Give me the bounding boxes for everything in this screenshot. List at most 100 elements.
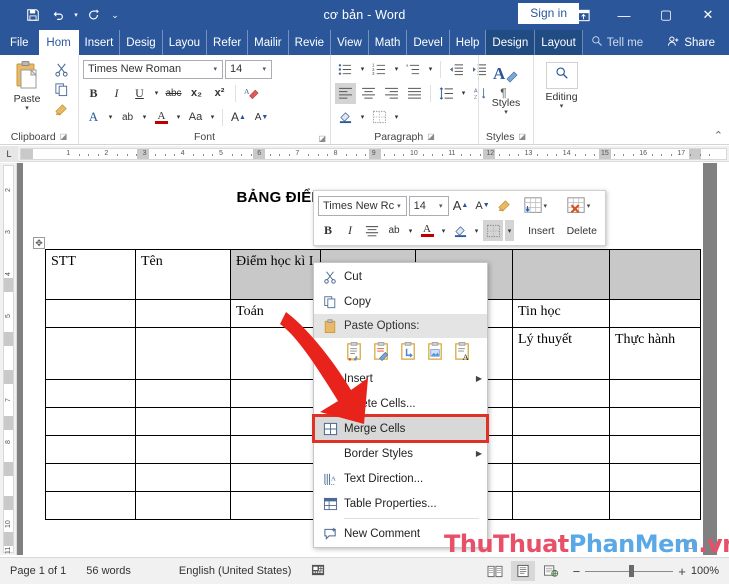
tab-table-design[interactable]: Design	[486, 30, 536, 55]
chevron-down-icon[interactable]: ▾	[259, 65, 269, 73]
mini-grow-font-icon[interactable]: A ▲	[451, 195, 471, 216]
tab-developer[interactable]: Devel	[407, 30, 450, 55]
table-cell[interactable]	[45, 379, 136, 408]
table-cell[interactable]: Tên	[135, 249, 231, 300]
numbering-icon[interactable]: 123	[369, 59, 390, 80]
mini-borders-dropdown-icon[interactable]: ▾	[505, 220, 514, 241]
context-menu-item-merge-cells[interactable]: Merge Cells	[312, 414, 489, 443]
align-center-icon[interactable]	[358, 83, 379, 104]
cut-icon[interactable]	[52, 61, 70, 78]
context-menu-item-border-styles[interactable]: Border Styles ▶	[314, 441, 487, 466]
mini-font-color-dropdown-icon[interactable]: ▾	[439, 220, 448, 241]
table-cell[interactable]	[609, 299, 701, 328]
tab-mailings[interactable]: Mailir	[248, 30, 289, 55]
tab-design[interactable]: Desig	[120, 30, 163, 55]
table-cell[interactable]	[135, 379, 231, 408]
chevron-down-icon[interactable]: ▾	[587, 202, 591, 210]
table-cell[interactable]	[512, 435, 610, 464]
font-dialog-launcher-icon[interactable]: ◪	[318, 134, 326, 143]
ruler-strip[interactable]: 1 2 3 4 5 6 7 8 9 10 11 12 13 14 15 16 17	[20, 147, 727, 160]
shrink-font-icon[interactable]: A ▼	[251, 107, 272, 128]
table-move-handle[interactable]: ✥	[33, 237, 45, 249]
context-menu-item-text-direction[interactable]: A Text Direction...	[314, 466, 487, 491]
status-word-count[interactable]: 56 words	[76, 565, 141, 577]
highlight-dropdown-icon[interactable]: ▾	[140, 107, 149, 128]
mini-format-painter-icon[interactable]	[495, 195, 515, 216]
chevron-down-icon[interactable]: ▾	[210, 65, 220, 73]
chevron-down-icon[interactable]: ▾	[436, 202, 446, 210]
minimize-button[interactable]: —	[603, 0, 645, 30]
mini-insert-cells-icon[interactable]: ▾	[523, 196, 558, 216]
borders-dropdown-icon[interactable]: ▾	[392, 107, 401, 128]
strikethrough-button[interactable]: abc	[163, 83, 184, 104]
table-cell[interactable]: STT	[45, 249, 136, 300]
line-spacing-icon[interactable]	[436, 83, 457, 104]
table-cell[interactable]	[609, 249, 701, 300]
table-cell[interactable]	[45, 491, 136, 520]
multilevel-dropdown-icon[interactable]: ▾	[426, 59, 435, 80]
table-cell[interactable]	[45, 327, 136, 380]
zoom-track[interactable]	[585, 565, 674, 577]
table-cell[interactable]	[230, 407, 321, 436]
underline-button[interactable]: U	[129, 83, 150, 104]
tab-insert[interactable]: Insert	[79, 30, 121, 55]
table-cell[interactable]	[135, 463, 231, 492]
zoom-slider[interactable]: − + 100%	[567, 564, 719, 579]
font-color-icon[interactable]: A	[151, 107, 172, 128]
tab-references[interactable]: Refer	[207, 30, 249, 55]
mini-shading-icon[interactable]	[450, 220, 470, 241]
table-cell[interactable]	[609, 463, 701, 492]
mini-font-name-combo[interactable]: Times New Rc ▾	[318, 195, 407, 216]
status-page-number[interactable]: Page 1 of 1	[0, 565, 76, 577]
paragraph-dialog-launcher-icon[interactable]: ◪	[427, 132, 435, 141]
change-case-dropdown-icon[interactable]: ▾	[208, 107, 217, 128]
read-mode-icon[interactable]	[483, 561, 507, 581]
table-cell[interactable]: Điểm học kì I	[230, 249, 321, 300]
superscript-button[interactable]: x²	[209, 83, 230, 104]
shading-icon[interactable]	[335, 107, 356, 128]
table-cell[interactable]	[609, 379, 701, 408]
justify-icon[interactable]	[404, 83, 425, 104]
keep-text-only-icon[interactable]: A	[452, 341, 473, 362]
line-spacing-dropdown-icon[interactable]: ▾	[459, 83, 468, 104]
sign-in-button[interactable]: Sign in	[518, 3, 579, 24]
bold-button[interactable]: B	[83, 83, 104, 104]
table-cell[interactable]	[230, 379, 321, 408]
paste-dropdown-icon[interactable]: ▾	[25, 105, 29, 113]
table-cell[interactable]	[609, 407, 701, 436]
table-cell[interactable]: Toán	[230, 299, 321, 328]
table-cell[interactable]	[135, 435, 231, 464]
merge-formatting-icon[interactable]	[371, 341, 392, 362]
mini-highlight-dropdown-icon[interactable]: ▾	[406, 220, 415, 241]
change-case-icon[interactable]: Aa	[185, 107, 206, 128]
table-cell[interactable]: Lý thuyết	[512, 327, 610, 380]
text-highlight-icon[interactable]: ab	[117, 107, 138, 128]
tab-view[interactable]: View	[331, 30, 369, 55]
table-cell[interactable]	[512, 491, 610, 520]
tab-help[interactable]: Help	[450, 30, 487, 55]
paste-button[interactable]: Paste ▾	[4, 58, 50, 113]
context-menu-item-table-properties[interactable]: Table Properties...	[314, 491, 487, 516]
tab-stop-selector[interactable]: L	[0, 145, 18, 162]
align-left-icon[interactable]	[335, 82, 356, 104]
numbering-dropdown-icon[interactable]: ▾	[392, 59, 401, 80]
table-cell[interactable]	[135, 491, 231, 520]
tab-mathtype[interactable]: Math	[369, 30, 408, 55]
mini-bold-button[interactable]: B	[318, 220, 338, 241]
mini-align-icon[interactable]	[362, 220, 382, 241]
proofing-errors-icon[interactable]	[301, 563, 336, 580]
keep-source-formatting-icon[interactable]: a	[344, 341, 365, 362]
web-layout-icon[interactable]	[539, 561, 563, 581]
collapse-ribbon-icon[interactable]: ⌃	[714, 129, 723, 142]
mini-delete-cells-icon[interactable]: ▾	[566, 196, 601, 216]
table-cell[interactable]	[135, 407, 231, 436]
table-cell[interactable]	[230, 435, 321, 464]
mini-shading-dropdown-icon[interactable]: ▾	[472, 220, 481, 241]
mini-font-size-combo[interactable]: 14 ▾	[408, 195, 449, 216]
table-cell[interactable]	[45, 299, 136, 328]
tab-review[interactable]: Revie	[289, 30, 332, 55]
decrease-indent-icon[interactable]	[446, 59, 467, 80]
zoom-out-button[interactable]: −	[573, 564, 581, 579]
zoom-level-label[interactable]: 100%	[691, 565, 719, 577]
subscript-button[interactable]: x₂	[186, 83, 207, 104]
